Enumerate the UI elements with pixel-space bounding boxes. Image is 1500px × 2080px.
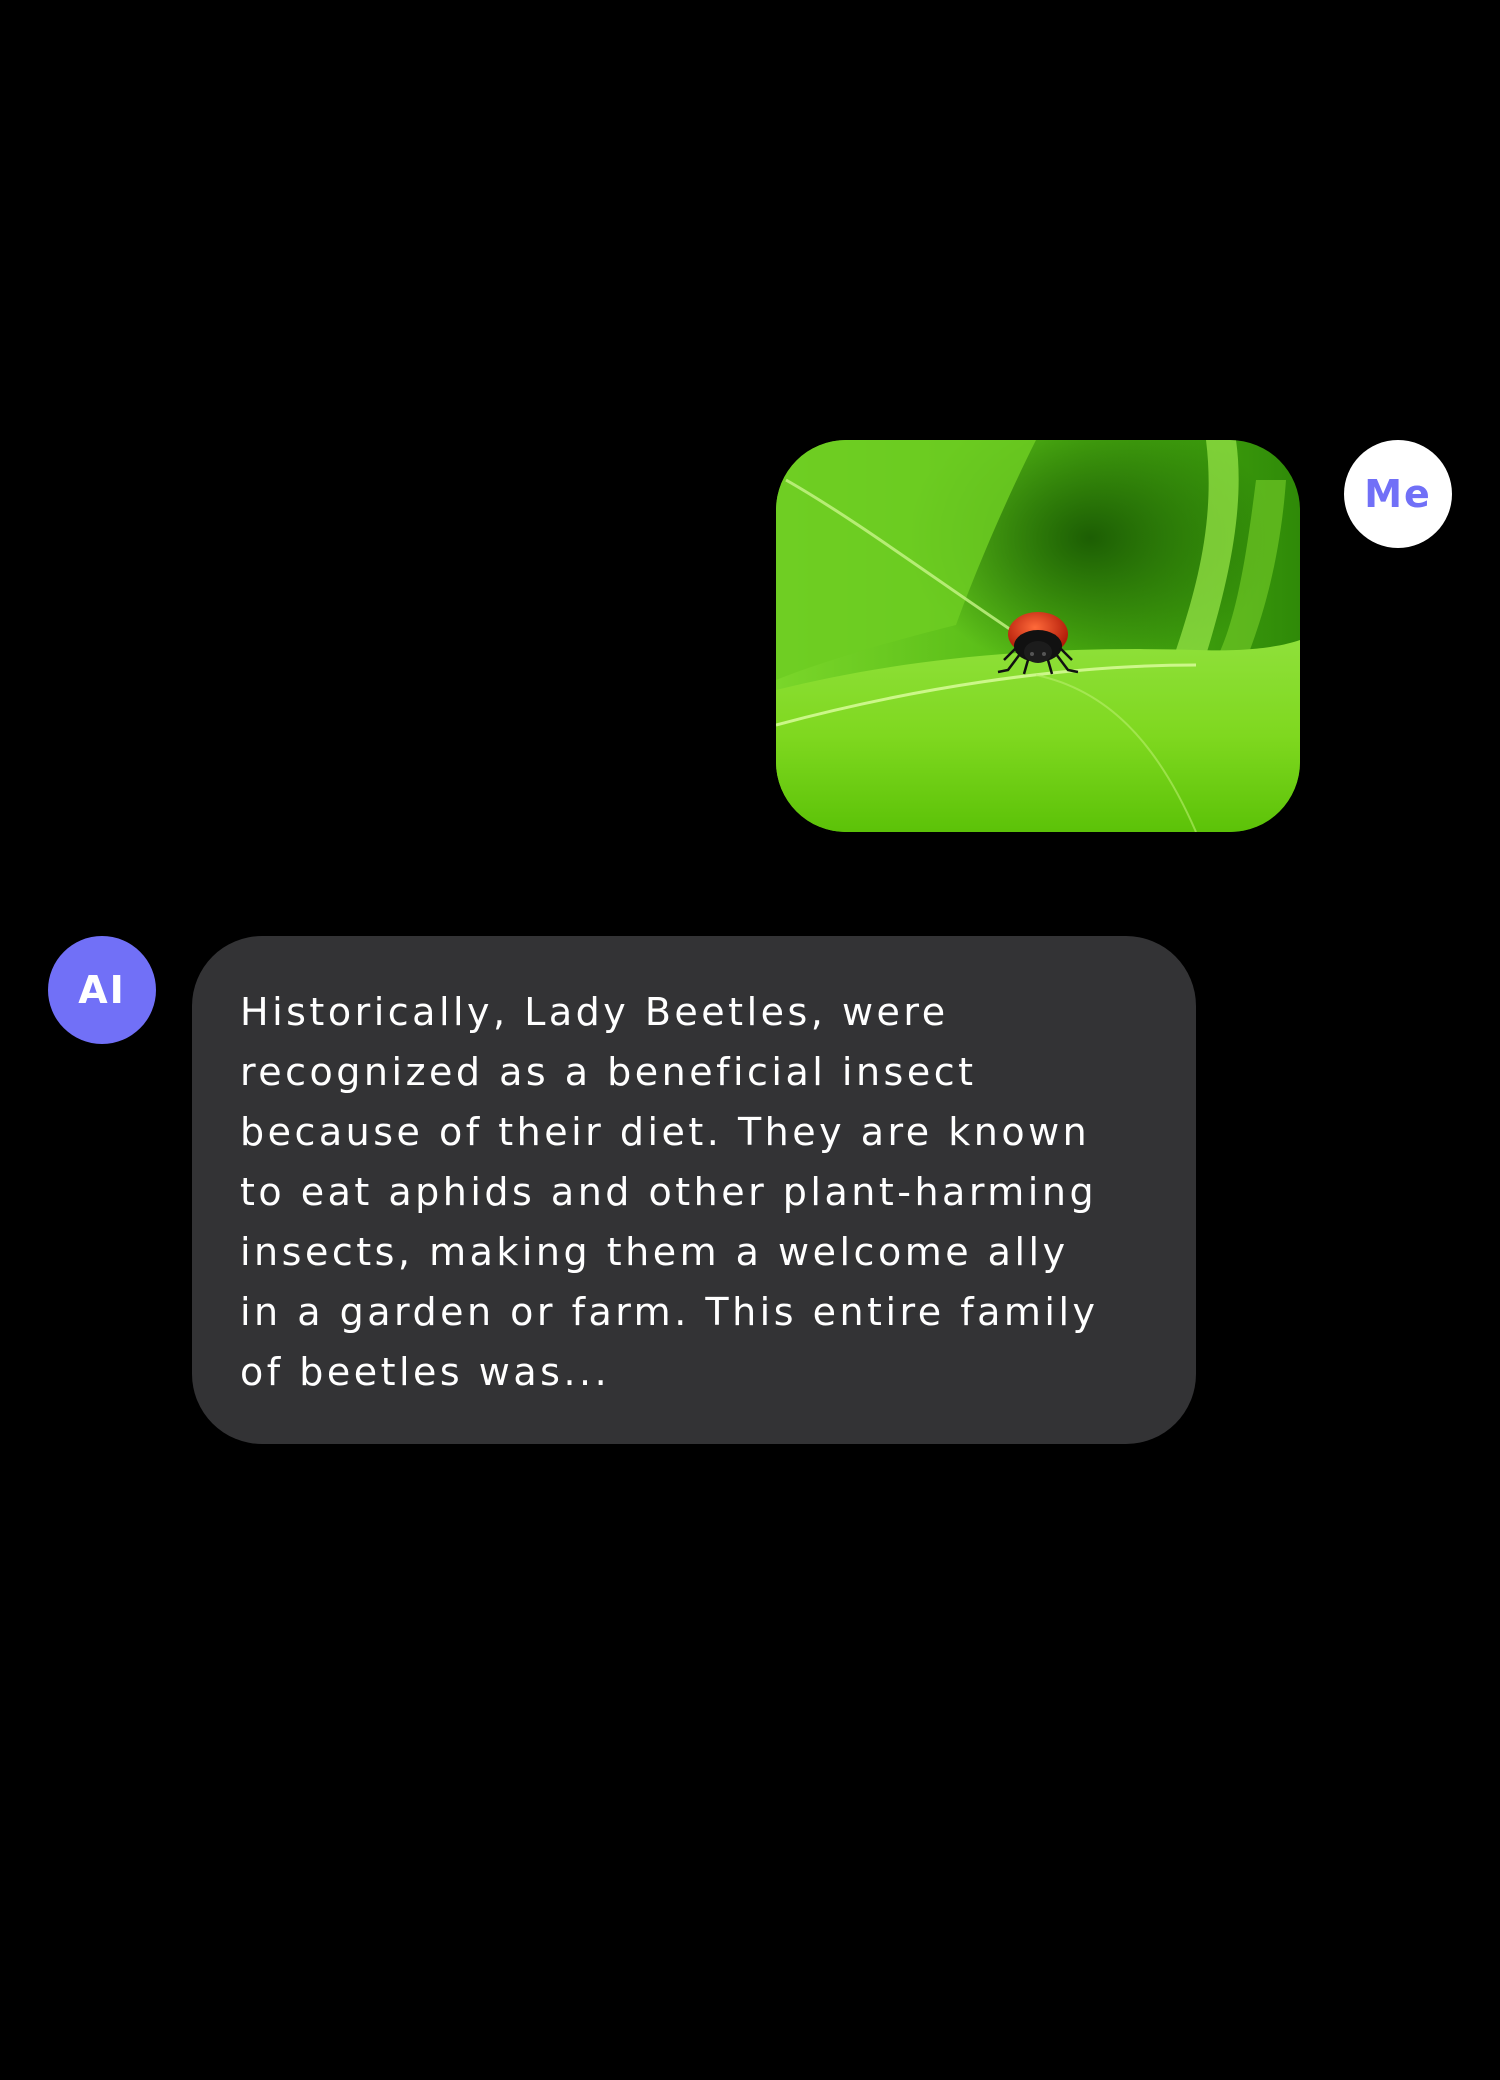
user-avatar-label: Me	[1364, 472, 1432, 516]
user-avatar: Me	[1344, 440, 1452, 548]
assistant-avatar-label: AI	[78, 968, 126, 1012]
assistant-avatar: AI	[48, 936, 156, 1044]
ladybug-photo	[776, 440, 1300, 832]
user-image-message[interactable]	[776, 440, 1300, 832]
assistant-message-text: Historically, Lady Beetles, were recogni…	[240, 990, 1099, 1394]
assistant-text-message[interactable]: Historically, Lady Beetles, were recogni…	[192, 936, 1196, 1444]
